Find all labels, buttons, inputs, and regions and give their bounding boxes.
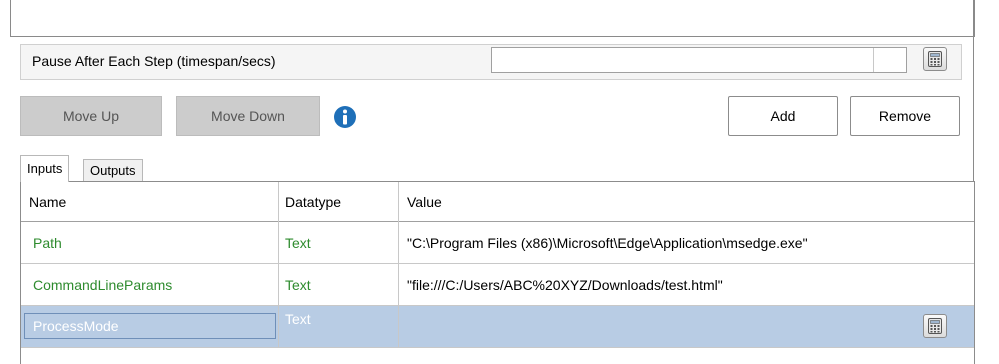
output-text-area[interactable] bbox=[10, 0, 975, 37]
add-button[interactable]: Add bbox=[728, 96, 838, 136]
remove-button[interactable]: Remove bbox=[850, 96, 960, 136]
row-name[interactable]: CommandLineParams bbox=[33, 277, 172, 293]
pause-input-spinner[interactable] bbox=[873, 48, 906, 72]
row-name[interactable]: Path bbox=[33, 235, 62, 251]
column-divider bbox=[278, 182, 279, 347]
table-row[interactable]: Path Text "C:\Program Files (x86)\Micros… bbox=[21, 222, 974, 264]
row-datatype[interactable]: Text bbox=[285, 311, 311, 327]
table-row-selected[interactable]: ProcessMode Text bbox=[21, 306, 974, 348]
row-value[interactable]: "file:///C:/Users/ABC%20XYZ/Downloads/te… bbox=[407, 277, 723, 293]
calculator-icon bbox=[928, 51, 942, 67]
pause-timespan-input[interactable] bbox=[491, 47, 907, 73]
column-header-value[interactable]: Value bbox=[407, 194, 442, 210]
parameters-grid: Name Datatype Value Path Text "C:\Progra… bbox=[20, 181, 975, 364]
column-header-name[interactable]: Name bbox=[29, 194, 66, 210]
row-datatype[interactable]: Text bbox=[285, 235, 311, 251]
move-up-button[interactable]: Move Up bbox=[20, 96, 162, 136]
row-datatype[interactable]: Text bbox=[285, 277, 311, 293]
row-name-edit-field[interactable]: ProcessMode bbox=[24, 313, 276, 339]
tab-inputs[interactable]: Inputs bbox=[20, 155, 70, 182]
move-down-button[interactable]: Move Down bbox=[176, 96, 320, 136]
pause-label: Pause After Each Step (timespan/secs) bbox=[32, 53, 276, 69]
value-calculator-button[interactable] bbox=[923, 314, 947, 338]
info-icon[interactable] bbox=[333, 105, 357, 129]
row-value[interactable]: "C:\Program Files (x86)\Microsoft\Edge\A… bbox=[407, 235, 808, 251]
column-divider bbox=[398, 182, 399, 347]
calculator-icon bbox=[928, 318, 942, 334]
grid-header: Name Datatype Value bbox=[21, 182, 974, 222]
table-row[interactable]: CommandLineParams Text "file:///C:/Users… bbox=[21, 264, 974, 306]
pause-calculator-button[interactable] bbox=[923, 47, 947, 71]
column-header-datatype[interactable]: Datatype bbox=[285, 194, 341, 210]
tab-outputs[interactable]: Outputs bbox=[83, 159, 143, 182]
